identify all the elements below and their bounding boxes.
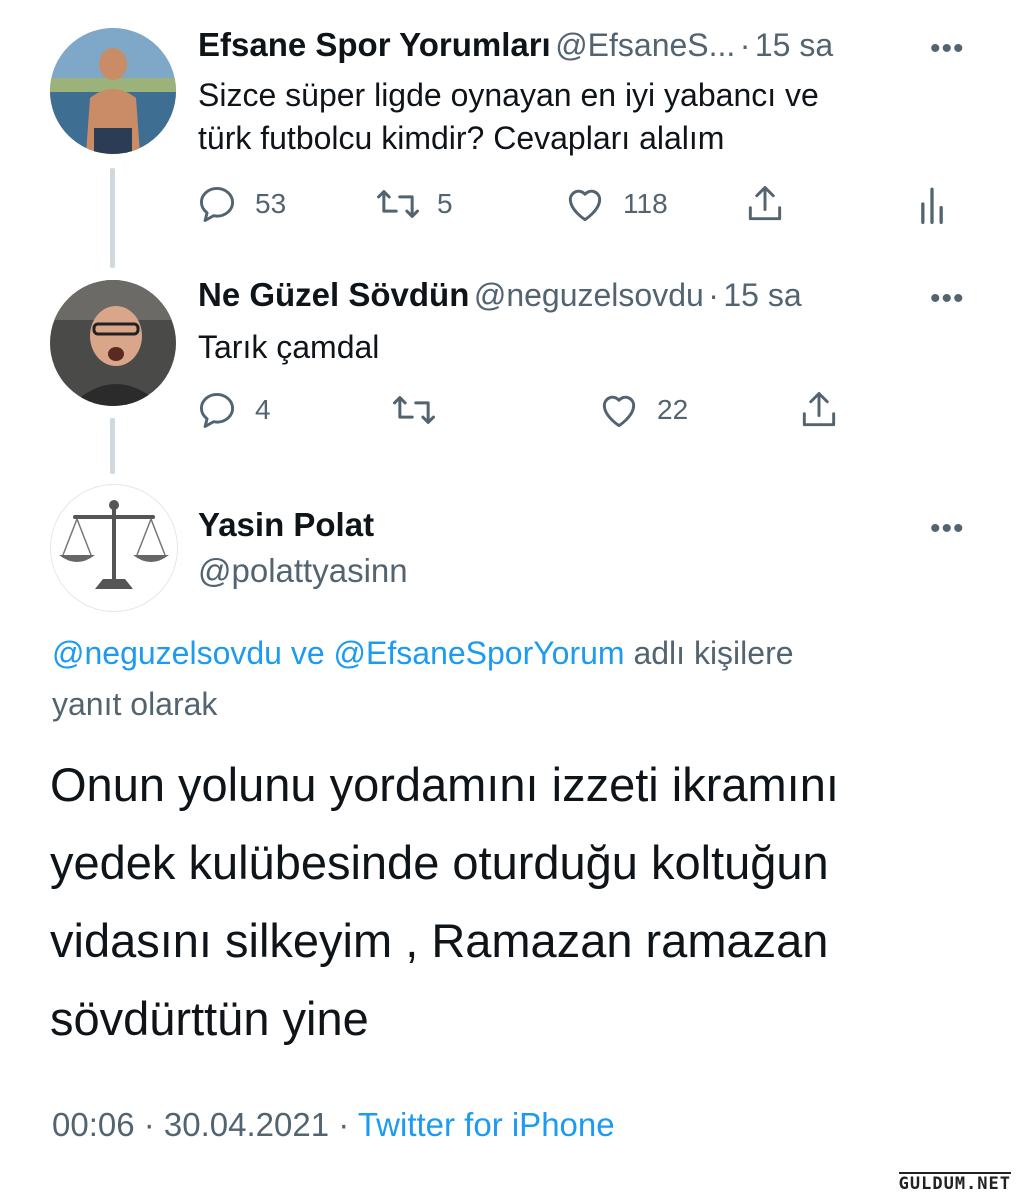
reply-suffix-line2: yanıt olarak [52,686,218,722]
reply-connector: ve [281,635,334,671]
like-icon [568,189,602,222]
tweet-text-line: sövdürttün yine [50,992,369,1045]
retweet-count: 5 [437,188,453,219]
tweet-text-line: Onun yolunu yordamını izzeti ikramını [50,758,839,811]
author-name[interactable]: Efsane Spor Yorumları [198,26,551,63]
separator-dot: · [708,277,719,313]
more-icon[interactable]: ••• [930,282,965,316]
share-icon [802,392,836,427]
author-handle[interactable]: @neguzelsovdu [474,277,704,313]
separator-dot: · [134,1106,164,1143]
tweet-text: Onun yolunu yordamını izzeti ikramını ye… [50,746,970,1058]
retweet-icon [393,396,435,424]
thread-line [110,418,115,474]
scales-icon [59,500,169,589]
tweet-text-line: Tarık çamdal [198,329,380,365]
reply-button[interactable]: 4 [195,388,271,432]
reply-suffix: adlı kişilere [624,635,794,671]
mention-link[interactable]: @EfsaneSporYorum [334,635,625,671]
like-button[interactable]: 22 [597,388,688,432]
watermark: GULDUM.NET [898,1172,1011,1194]
replying-to: @neguzelsovdu ve @EfsaneSporYorum adlı k… [52,628,932,730]
avatar[interactable] [50,28,176,154]
tweet-date[interactable]: 30.04.2021 [164,1106,329,1143]
more-icon[interactable]: ••• [930,512,965,546]
author-handle[interactable]: @EfsaneS... [555,27,735,63]
avatar[interactable] [50,280,176,406]
like-button[interactable]: 118 [563,182,668,226]
author-handle[interactable]: @polattyasinn [198,552,408,590]
tweet-text-line: Sizce süper ligde oynayan en iyi yabancı… [198,77,819,113]
retweet-button[interactable] [391,388,437,432]
analytics-button[interactable] [917,182,947,226]
share-icon [748,186,782,221]
separator-dot: · [329,1106,358,1143]
tweet-text-line: yedek kulübesinde oturduğu koltuğun [50,836,829,889]
source-link[interactable]: Twitter for iPhone [358,1106,615,1143]
reply-count: 4 [255,394,271,425]
reply-count: 53 [255,188,287,219]
reply-button[interactable]: 53 [195,182,286,226]
tweet-meta: 00:06 · 30.04.2021 · Twitter for iPhone [52,1106,615,1144]
tweet-text-line: türk futbolcu kimdir? Cevapları alalım [198,120,725,156]
retweet-button[interactable]: 5 [375,182,453,226]
tweet-time[interactable]: 15 sa [723,277,801,313]
thread-line [110,168,115,268]
more-icon[interactable]: ••• [930,32,965,66]
author-name[interactable]: Ne Güzel Sövdün [198,276,469,313]
share-button[interactable] [743,182,787,226]
reply-icon [199,392,235,428]
like-count: 118 [623,188,668,219]
like-count: 22 [657,394,689,425]
tweet-text-line: vidasını silkeyim , Ramazan ramazan [50,914,829,967]
separator-dot: · [739,27,751,63]
avatar[interactable] [50,484,178,612]
retweet-icon [377,190,419,218]
reply-icon [199,186,235,222]
tweet-time[interactable]: 15 sa [755,27,833,63]
author-name[interactable]: Yasin Polat [198,506,374,544]
share-button[interactable] [797,388,841,432]
analytics-icon [921,187,943,224]
tweet-time[interactable]: 00:06 [52,1106,135,1143]
like-icon [602,395,636,428]
mention-link[interactable]: @neguzelsovdu [52,635,282,671]
